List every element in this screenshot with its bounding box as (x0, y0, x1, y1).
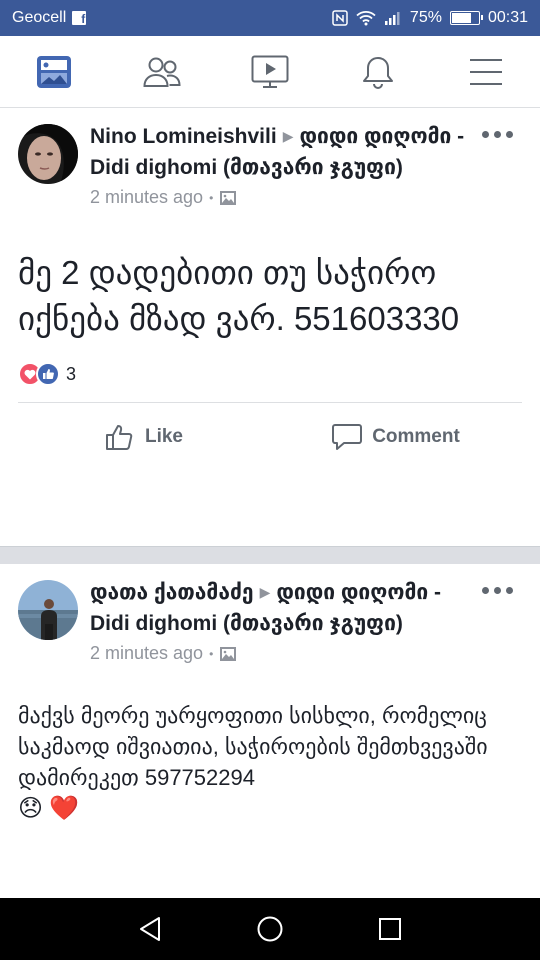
separator-dot: • (209, 646, 214, 661)
reaction-icons (18, 362, 60, 386)
post-timestamp[interactable]: 2 minutes ago (90, 187, 203, 208)
comment-icon (332, 423, 363, 450)
feed-post: Nino Lomineishvili ▶ დიდი დიღომი - Didi di… (0, 108, 540, 546)
like-label: Like (144, 425, 184, 447)
battery-percent: 75% (409, 9, 442, 26)
post-header: Nino Lomineishvili ▶ დიდი დიღომი - Didi di… (0, 108, 540, 228)
recents-icon (379, 918, 401, 940)
like-button[interactable]: Like (18, 423, 270, 451)
post-text: მე 2 დადებითი თუ საჭირო იქნება მზად ვარ.… (18, 254, 460, 337)
audience-icon (220, 646, 237, 661)
home-button[interactable] (250, 909, 290, 949)
clock: 00:31 (487, 9, 528, 26)
news-feed-icon (37, 55, 71, 88)
author-name[interactable]: Nino Lomineishvili (90, 125, 277, 148)
nav-menu[interactable] (456, 42, 516, 102)
post-title: Nino Lomineishvili ▶ დიდი დიღომი - Didi di… (90, 122, 524, 183)
signal-icon (384, 11, 402, 25)
separator-dot: • (209, 190, 214, 205)
battery-icon (449, 11, 483, 25)
red-heart-emoji: ❤️ (49, 795, 79, 822)
home-icon (257, 916, 283, 942)
battery-fill (451, 13, 472, 23)
author-name[interactable]: დათა ქათამაძე (90, 581, 254, 604)
back-button[interactable] (130, 909, 170, 949)
friends-icon (143, 57, 181, 87)
post-timestamp[interactable]: 2 minutes ago (90, 643, 203, 664)
post-title: დათა ქათამაძე ▶ დიდი დიღომი - Didi dighomi… (90, 578, 524, 639)
post-actions: Like Comment (18, 402, 522, 470)
audience-icon (220, 190, 237, 205)
post-meta: 2 minutes ago • (90, 187, 524, 208)
post-meta: 2 minutes ago • (90, 643, 524, 664)
wifi-icon (356, 10, 376, 26)
nav-friends[interactable] (132, 42, 192, 102)
comment-label: Comment (372, 425, 460, 447)
feed-divider (0, 546, 540, 564)
feed-post: დათა ქათამაძე ▶ დიდი დიღომი - Didi dighomi… (0, 564, 540, 898)
carrier-info: Geocell f (12, 9, 87, 27)
reactions-summary[interactable]: 3 (0, 356, 540, 392)
carrier-name: Geocell (12, 9, 67, 26)
post-header: დათა ქათამაძე ▶ დიდი დიღომი - Didi dighomi… (0, 564, 540, 684)
like-reaction-icon (36, 362, 60, 386)
back-icon (140, 917, 160, 941)
watch-icon (251, 55, 289, 88)
facebook-notification-icon: f (72, 11, 87, 25)
android-navigation-bar (0, 898, 540, 960)
thumbs-up-icon (105, 424, 133, 450)
post-options-button[interactable] (482, 126, 516, 142)
nav-news-feed[interactable] (24, 42, 84, 102)
nav-watch[interactable] (240, 42, 300, 102)
notifications-icon (363, 56, 393, 89)
arrow-right-icon: ▶ (259, 584, 271, 600)
menu-icon (470, 58, 502, 85)
top-nav-bar (0, 36, 540, 108)
author-avatar[interactable] (18, 124, 78, 184)
post-options-button[interactable] (482, 582, 516, 598)
comment-button[interactable]: Comment (270, 423, 522, 451)
status-icons: 75% 00:31 (332, 9, 528, 27)
nav-notifications[interactable] (348, 42, 408, 102)
reaction-count: 3 (66, 363, 77, 384)
disappointed-face-emoji: 😞 (18, 795, 44, 822)
post-text: მაქვს მეორე უარყოფითი სისხლი, რომელიც სა… (18, 703, 488, 790)
recents-button[interactable] (370, 909, 410, 949)
nfc-icon (332, 10, 348, 26)
author-avatar[interactable] (18, 580, 78, 640)
status-bar: Geocell f 75% 00:31 (0, 0, 540, 36)
post-emoji-row: 😞 ❤️ (0, 793, 540, 825)
arrow-right-icon: ▶ (282, 128, 294, 144)
